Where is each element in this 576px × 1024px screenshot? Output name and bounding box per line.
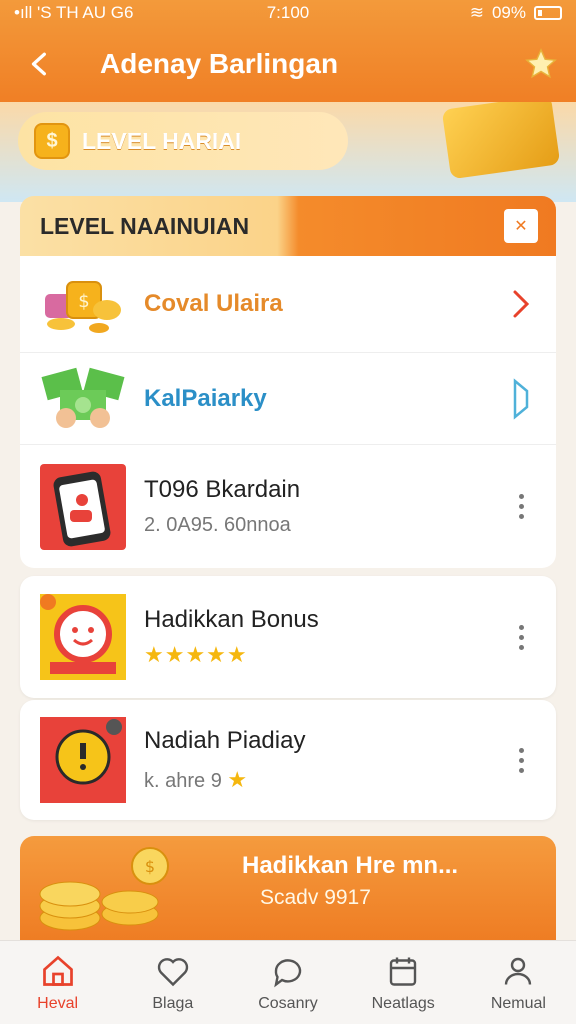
- card-title: Hadikkan Bonus: [144, 606, 319, 633]
- coin-stack-icon: $: [39, 847, 169, 931]
- tab-label: Nemual: [490, 995, 546, 1012]
- battery-icon: [534, 6, 562, 20]
- chat-icon: [274, 959, 302, 988]
- status-bar: •ıll 'S TH AU G6 7:100 ≋ 09%: [0, 0, 576, 26]
- chevron-left-icon: [31, 52, 46, 76]
- bonus-banner-subtitle: Scadv 9917: [260, 886, 371, 909]
- more-menu-icon[interactable]: [506, 624, 536, 650]
- more-menu-icon[interactable]: [506, 747, 536, 773]
- tab-nemual[interactable]: Nemual: [461, 941, 576, 1024]
- item-title: KalPaiarky: [144, 384, 267, 412]
- card-title: Nadiah Piadiay: [144, 727, 306, 754]
- reward-card[interactable]: Nadiah Piadiay k. ahre 9 ★: [20, 700, 556, 820]
- tab-cosanry[interactable]: Cosanry: [230, 941, 345, 1024]
- tab-label: Heval: [37, 995, 79, 1012]
- tab-blaga[interactable]: Blaga: [115, 941, 230, 1024]
- reward-badge-icon: [40, 717, 126, 803]
- smiley-badge-icon: [40, 594, 126, 680]
- svg-text:$: $: [145, 857, 155, 876]
- back-button[interactable]: [0, 51, 80, 77]
- chevron-right-icon: [506, 289, 536, 319]
- favorite-button[interactable]: [506, 47, 576, 81]
- daily-level-pill[interactable]: $ LEVEL HARIAI: [18, 112, 348, 170]
- coin-icon: $: [34, 123, 70, 159]
- coins-icon: $: [40, 261, 126, 347]
- star-icon: [525, 48, 557, 79]
- money-icon: [40, 356, 126, 442]
- status-time: 7:100: [266, 3, 310, 22]
- home-icon: [42, 955, 73, 986]
- section-title: LEVEL NAAINUIAN: [40, 212, 250, 239]
- daily-level-label: LEVEL HARIAI: [82, 127, 242, 154]
- bottom-tab-bar: Heval Blaga Cosanry Neatlags Nemual: [0, 940, 576, 1024]
- item-title: Coval Ulaira: [144, 290, 283, 317]
- bonus-banner-title: Hadikkan Hre mn...: [242, 852, 459, 879]
- bonus-banner[interactable]: $ Hadikkan Hre mn... Scadv 9917: [20, 836, 556, 946]
- phone-icon: [40, 463, 126, 550]
- list-item[interactable]: T096 Bkardain 2. 0A95. 60nnoa: [20, 444, 556, 568]
- more-menu-icon[interactable]: [506, 494, 536, 519]
- list-item[interactable]: $ Coval Ulaira: [20, 256, 556, 352]
- page-title: Adenay Barlingan: [100, 48, 339, 79]
- item-title: T096 Bkardain: [144, 476, 301, 503]
- level-list: $ Coval Ulaira KalPaiarky T096 Bkardain …: [20, 256, 556, 568]
- heart-icon: [157, 958, 188, 987]
- rating-stars: ★: [227, 767, 249, 792]
- expand-icon[interactable]: ✕: [504, 209, 538, 243]
- rating-stars: ★★★★★: [144, 642, 248, 667]
- chevron-outline-icon: [506, 377, 536, 421]
- tab-neatlags[interactable]: Neatlags: [346, 941, 461, 1024]
- tab-heval[interactable]: Heval: [0, 941, 115, 1024]
- list-item[interactable]: KalPaiarky: [20, 352, 556, 444]
- card-subtitle: k. ahre 9: [144, 770, 222, 792]
- tab-label: Blaga: [152, 995, 194, 1012]
- treasure-icon: [441, 102, 561, 180]
- bonus-card[interactable]: Hadikkan Bonus ★★★★★: [20, 576, 556, 698]
- tab-label: Cosanry: [258, 995, 318, 1012]
- calendar-icon: [390, 957, 417, 986]
- tab-label: Neatlags: [371, 995, 435, 1012]
- svg-text:$: $: [78, 291, 89, 312]
- item-subtitle: 2. 0A95. 60nnoa: [144, 514, 291, 536]
- section-header: LEVEL NAAINUIAN ✕: [20, 196, 556, 256]
- daily-banner: $ LEVEL HARIAI: [0, 102, 576, 202]
- person-icon: [505, 957, 532, 985]
- app-header: •ıll 'S TH AU G6 7:100 ≋ 09% Adenay Barl…: [0, 0, 576, 102]
